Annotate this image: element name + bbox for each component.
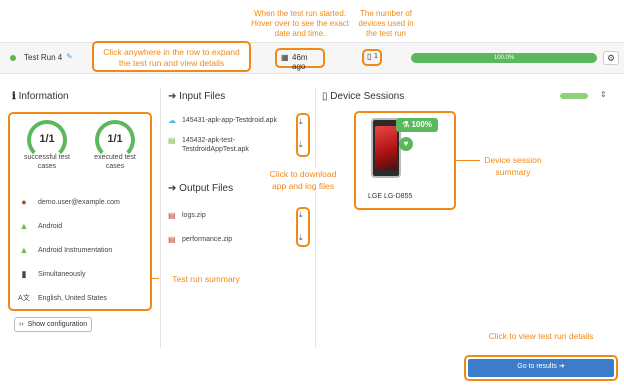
annotation-started: When the test run started. Hover over to… [251, 9, 349, 38]
executed-label: executed test cases [94, 154, 136, 170]
input-file-1[interactable]: ☁ 145431-apk-app-Testdroid.apk [168, 116, 288, 125]
calendar-icon: ▦ [281, 53, 289, 62]
annotation-devices-count: The number of devices used in the test r… [358, 9, 414, 38]
clipboard-icon: ▮ [21, 269, 27, 279]
download-icon[interactable]: ⤓ [299, 233, 303, 243]
heart-icon: ♥ [399, 137, 413, 151]
input-file-2[interactable]: ▤ 145432-apk-test-TestdroidAppTest.apk [168, 136, 288, 154]
annotation-run-summary: Test run summary [172, 274, 240, 284]
device-score-badge: ⚗ 100% [396, 118, 438, 132]
run-summary-connector [150, 278, 159, 279]
sort-icon[interactable]: ⇕ [600, 90, 607, 99]
go-to-results-button[interactable]: Go to results ➔ [468, 359, 614, 377]
info-row-os: ▲ Android [19, 221, 63, 231]
android-icon: ▲ [19, 221, 29, 231]
annotation-expand-box: Click anywhere in the row to expand the … [92, 41, 251, 72]
download-icon[interactable]: ⤓ [299, 140, 303, 150]
file-zip-icon: ▤ [168, 211, 176, 220]
phone-icon: ▯ [367, 52, 372, 61]
annotation-session-summary: Device session summary [484, 155, 542, 177]
android-instrumentation-icon: ▲ [19, 245, 29, 255]
user-avatar-icon: ● [21, 197, 27, 207]
info-row-framework: ▲ Android Instrumentation [19, 245, 113, 255]
info-row-user: ● demo.user@example.com [18, 197, 120, 207]
download-icon[interactable]: ⤓ [299, 210, 303, 220]
device-count: 1 [374, 53, 378, 60]
arrow-out-icon: ➔ [168, 183, 177, 194]
device-session-card[interactable]: ⚗ 100% ♥ LGE LG-D855 [354, 111, 456, 210]
file-zip-icon: ▤ [168, 235, 176, 244]
device-sessions-heading: ▯ Device Sessions [322, 91, 405, 102]
time-ago: 46m ago [292, 53, 308, 71]
session-connector [456, 160, 480, 161]
gear-icon[interactable]: ⚙ [603, 51, 619, 65]
annotation-view-details: Click to view test run details [488, 331, 594, 341]
annotation-download: Click to download app and log files [262, 168, 344, 192]
flask-icon: ⚗ [402, 120, 410, 129]
run-name[interactable]: Test Run 4 [24, 53, 62, 62]
divider-right [315, 88, 316, 348]
arrow-in-icon: ➔ [168, 91, 177, 102]
started-time-box[interactable]: ▦ 46m ago [275, 48, 325, 71]
output-files-heading: ➔ Output Files [168, 183, 234, 194]
annotation-expand-row: Click anywhere in the row to expand the … [103, 47, 240, 68]
show-configuration-button[interactable]: ‹› Show configuration [14, 317, 93, 332]
output-file-1[interactable]: ▤ logs.zip [168, 211, 206, 220]
device-count-box[interactable]: ▯ 1 [362, 49, 382, 66]
successful-value: 1/1 [39, 133, 55, 145]
download-icon[interactable]: ⤓ [299, 117, 303, 127]
code-icon: ‹› [19, 321, 24, 328]
device-name: LGE LG-D855 [368, 193, 413, 200]
info-row-scheduler: ▮ Simultaneously [18, 269, 86, 280]
language-icon: A文 [18, 295, 30, 302]
information-heading: ℹ Information [12, 91, 69, 102]
file-icon: ▤ [168, 136, 176, 145]
cloud-icon: ☁ [168, 116, 176, 125]
divider-left [160, 88, 161, 348]
device-icon: ▯ [322, 91, 328, 102]
executed-value: 1/1 [107, 133, 123, 145]
edit-icon[interactable]: ✎ [66, 52, 73, 61]
device-status-bar [560, 93, 588, 99]
info-icon: ℹ [12, 91, 16, 102]
successful-label: successful test cases [24, 154, 70, 170]
status-dot [10, 55, 16, 61]
input-files-heading: ➔ Input Files [168, 91, 226, 102]
info-row-language: A文 English, United States [18, 294, 107, 303]
output-file-2[interactable]: ▤ performance.zip [168, 235, 232, 244]
progress-bar: 100.0% [411, 53, 597, 63]
